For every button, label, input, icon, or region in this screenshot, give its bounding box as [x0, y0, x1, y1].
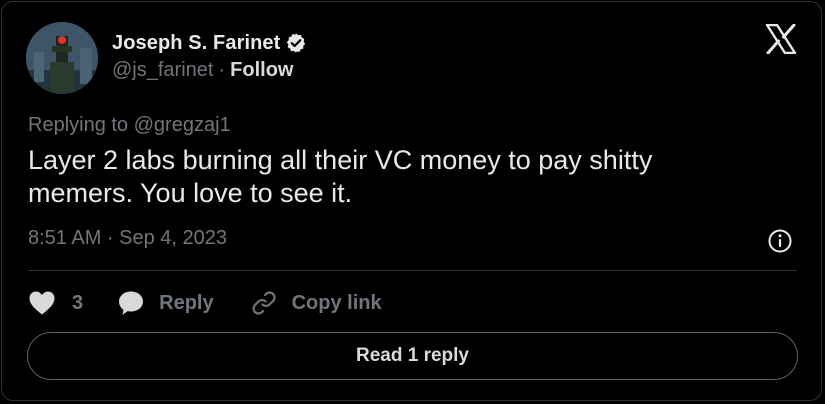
- tweet-timestamp[interactable]: 8:51 AM · Sep 4, 2023: [28, 227, 227, 250]
- tweet-text-line: Layer 2 labs burning all their VC money …: [28, 145, 653, 175]
- replying-to-label: Replying to @gregzaj1: [28, 114, 231, 136]
- divider: [28, 270, 797, 271]
- author-name-row: Joseph S. Farinet: [112, 30, 307, 56]
- read-replies-button[interactable]: Read 1 reply: [27, 332, 798, 380]
- heart-icon: [29, 291, 55, 315]
- tweet-text: Layer 2 labs burning all their VC money …: [28, 144, 768, 210]
- reply-label: Reply: [159, 291, 214, 314]
- tweet-text-line: memers. You love to see it.: [28, 178, 353, 208]
- verified-badge-icon: [287, 33, 306, 53]
- author-display-name[interactable]: Joseph S. Farinet: [112, 32, 280, 55]
- info-icon[interactable]: [767, 228, 793, 254]
- author-handle[interactable]: @js_farinet: [112, 59, 213, 82]
- follow-button[interactable]: Follow: [230, 59, 293, 82]
- copy-link-button[interactable]: Copy link: [250, 289, 382, 317]
- author-handle-row: @js_farinet · Follow: [112, 59, 293, 82]
- tweet-card: Joseph S. Farinet @js_farinet · Follow R…: [1, 1, 822, 401]
- read-replies-label: Read 1 reply: [356, 345, 469, 366]
- like-count: 3: [72, 291, 84, 314]
- tweet-actions: 3 Reply Copy link: [28, 287, 382, 319]
- handle-separator: ·: [218, 59, 226, 81]
- reply-button[interactable]: Reply: [117, 289, 214, 317]
- x-logo-icon[interactable]: [765, 24, 797, 54]
- link-icon: [252, 291, 276, 315]
- copy-link-label: Copy link: [291, 291, 382, 314]
- avatar[interactable]: [26, 22, 98, 94]
- speech-bubble-icon: [119, 291, 144, 315]
- like-button[interactable]: 3: [28, 290, 83, 316]
